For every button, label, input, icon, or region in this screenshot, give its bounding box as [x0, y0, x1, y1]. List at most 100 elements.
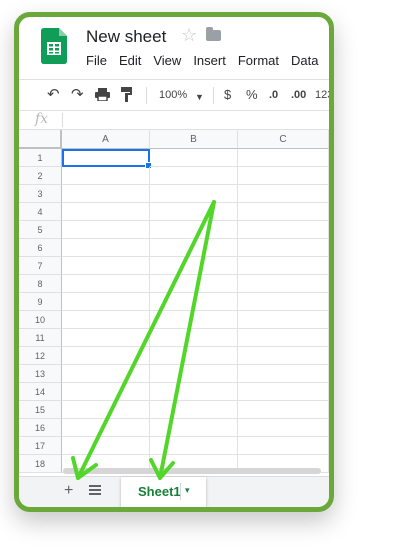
grid-cell[interactable]	[150, 203, 238, 221]
all-sheets-list-icon[interactable]	[89, 485, 101, 497]
row-header[interactable]: 16	[19, 419, 62, 437]
horizontal-scrollbar[interactable]	[63, 468, 321, 474]
grid-cell[interactable]	[150, 329, 238, 347]
row-header[interactable]: 12	[19, 347, 62, 365]
column-header-a[interactable]: A	[62, 130, 150, 149]
zoom-dropdown-icon[interactable]: ▼	[195, 88, 204, 106]
grid-cell[interactable]	[238, 383, 329, 401]
grid-cell[interactable]	[62, 167, 150, 185]
grid-cell[interactable]	[238, 329, 329, 347]
grid-cell[interactable]	[150, 311, 238, 329]
grid-cell[interactable]	[150, 257, 238, 275]
redo-icon[interactable]: ↷	[71, 86, 84, 104]
grid-cell[interactable]	[62, 257, 150, 275]
grid-cell[interactable]	[62, 311, 150, 329]
percent-format-button[interactable]: %	[246, 86, 258, 104]
row-header[interactable]: 5	[19, 221, 62, 239]
grid-cell[interactable]	[62, 419, 150, 437]
row-header[interactable]: 6	[19, 239, 62, 257]
grid-cell[interactable]	[62, 221, 150, 239]
grid-cell[interactable]	[62, 293, 150, 311]
row-header[interactable]: 18	[19, 455, 62, 473]
row-header[interactable]: 11	[19, 329, 62, 347]
grid-cell[interactable]	[238, 185, 329, 203]
row-header[interactable]: 9	[19, 293, 62, 311]
grid-cell[interactable]	[150, 239, 238, 257]
grid-cell[interactable]	[150, 293, 238, 311]
folder-icon[interactable]	[206, 27, 221, 41]
grid-cell[interactable]	[62, 365, 150, 383]
grid-cell[interactable]	[150, 167, 238, 185]
menu-edit[interactable]: Edit	[119, 53, 141, 68]
grid-cell[interactable]	[238, 239, 329, 257]
sheet-tab-dropdown-icon[interactable]: ▾	[185, 485, 190, 496]
row-header[interactable]: 3	[19, 185, 62, 203]
grid-cell[interactable]	[150, 149, 238, 167]
grid-cell[interactable]	[238, 365, 329, 383]
row-header[interactable]: 13	[19, 365, 62, 383]
grid-cell[interactable]	[238, 311, 329, 329]
undo-icon[interactable]: ↶	[47, 86, 60, 104]
grid-cell[interactable]	[150, 185, 238, 203]
grid-cell[interactable]	[62, 185, 150, 203]
grid-cell[interactable]	[238, 257, 329, 275]
grid-cell[interactable]	[238, 401, 329, 419]
grid-cell[interactable]	[238, 437, 329, 455]
add-sheet-button[interactable]: +	[64, 482, 73, 500]
column-header-b[interactable]: B	[150, 130, 238, 149]
star-icon[interactable]: ☆	[181, 25, 197, 46]
grid-cell[interactable]	[62, 401, 150, 419]
grid-cell[interactable]	[150, 347, 238, 365]
grid-cell[interactable]	[62, 383, 150, 401]
grid-cell[interactable]	[238, 293, 329, 311]
row-header[interactable]: 14	[19, 383, 62, 401]
formula-bar[interactable]: fx	[19, 111, 329, 130]
sheet-tab-sheet1[interactable]: Sheet1 ▾	[121, 477, 206, 507]
grid-cell[interactable]	[150, 221, 238, 239]
paint-format-icon[interactable]	[121, 87, 133, 102]
grid-cell[interactable]	[150, 365, 238, 383]
grid-cell[interactable]	[62, 239, 150, 257]
row-header[interactable]: 7	[19, 257, 62, 275]
grid-cell[interactable]	[150, 383, 238, 401]
menu-insert[interactable]: Insert	[193, 53, 226, 68]
row-header[interactable]: 1	[19, 149, 62, 167]
grid-cell[interactable]	[238, 419, 329, 437]
grid-cell[interactable]	[150, 437, 238, 455]
decrease-decimal-button[interactable]: .0	[269, 86, 278, 104]
sheets-logo-icon[interactable]	[41, 28, 67, 64]
grid-cell[interactable]	[238, 149, 329, 167]
grid-cell[interactable]	[238, 203, 329, 221]
row-header[interactable]: 17	[19, 437, 62, 455]
grid-cell[interactable]	[62, 437, 150, 455]
grid-cell[interactable]	[150, 401, 238, 419]
grid-cell[interactable]	[238, 167, 329, 185]
row-header[interactable]: 4	[19, 203, 62, 221]
menu-view[interactable]: View	[153, 53, 181, 68]
select-all-corner[interactable]	[19, 130, 62, 149]
row-header[interactable]: 10	[19, 311, 62, 329]
grid-cell[interactable]	[238, 347, 329, 365]
grid-cell[interactable]	[150, 275, 238, 293]
more-formats-button[interactable]: 123	[315, 86, 329, 104]
document-title[interactable]: New sheet	[86, 27, 166, 47]
grid-cell[interactable]	[62, 347, 150, 365]
menu-file[interactable]: File	[86, 53, 107, 68]
row-header[interactable]: 15	[19, 401, 62, 419]
grid-cell[interactable]	[62, 203, 150, 221]
print-icon[interactable]	[95, 88, 110, 101]
currency-format-button[interactable]: $	[224, 86, 231, 104]
row-header[interactable]: 2	[19, 167, 62, 185]
zoom-select[interactable]: 100%	[159, 86, 187, 104]
row-header[interactable]: 8	[19, 275, 62, 293]
grid-cell[interactable]	[62, 149, 152, 169]
increase-decimal-button[interactable]: .00	[291, 86, 306, 104]
grid-cell[interactable]	[238, 275, 329, 293]
column-header-c[interactable]: C	[238, 130, 329, 149]
menu-format[interactable]: Format	[238, 53, 279, 68]
grid-cell[interactable]	[150, 419, 238, 437]
menu-data[interactable]: Data	[291, 53, 318, 68]
grid-cell[interactable]	[238, 221, 329, 239]
grid-cell[interactable]	[62, 275, 150, 293]
grid-cell[interactable]	[62, 329, 150, 347]
